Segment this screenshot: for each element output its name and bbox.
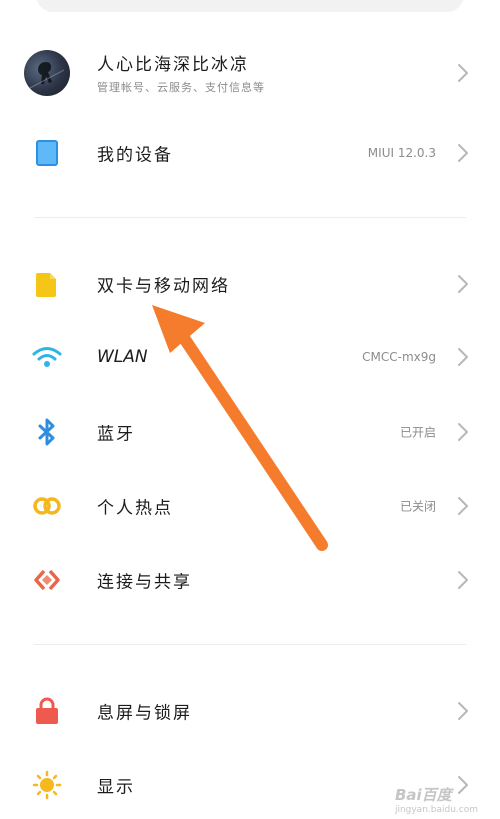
bluetooth-row[interactable]: 蓝牙 已开启	[0, 402, 500, 462]
wlan-row[interactable]: WLAN CMCC-mx9g	[0, 327, 500, 387]
chevron-right-icon	[458, 275, 468, 293]
hotspot-icon	[30, 489, 64, 523]
my-device-row[interactable]: 我的设备 MIUI 12.0.3	[0, 123, 500, 183]
watermark-main: Bai百度	[394, 786, 452, 804]
my-device-label: 我的设备	[97, 145, 173, 166]
account-subtitle: 管理帐号、云服务、支付信息等	[97, 81, 265, 94]
section-divider	[34, 644, 466, 645]
search-bar[interactable]	[36, 0, 464, 12]
chevron-right-icon	[458, 702, 468, 720]
wlan-value: CMCC-mx9g	[362, 350, 436, 364]
avatar	[24, 50, 70, 96]
my-device-value: MIUI 12.0.3	[367, 146, 436, 160]
watermark: Bai百度 jingyan.baidu.com	[395, 784, 478, 815]
chevron-right-icon	[458, 571, 468, 589]
hotspot-value: 已关闭	[399, 499, 436, 514]
connection-sharing-label: 连接与共享	[97, 572, 192, 593]
dual-sim-label: 双卡与移动网络	[97, 276, 230, 297]
sim-card-icon	[30, 267, 64, 301]
chevron-right-icon	[458, 348, 468, 366]
section-divider	[34, 217, 466, 218]
wifi-icon	[30, 340, 64, 374]
lock-screen-label: 息屏与锁屏	[97, 703, 192, 724]
watermark-sub: jingyan.baidu.com	[394, 805, 478, 815]
lock-screen-row[interactable]: 息屏与锁屏	[0, 681, 500, 741]
chevron-right-icon	[458, 144, 468, 162]
hotspot-label: 个人热点	[97, 498, 173, 519]
dual-sim-network-row[interactable]: 双卡与移动网络	[0, 254, 500, 314]
display-label: 显示	[97, 777, 135, 798]
phone-device-icon	[30, 136, 64, 170]
avatar-figure-icon	[29, 62, 65, 89]
chevron-right-icon	[458, 423, 468, 441]
share-icon	[30, 563, 64, 597]
sun-icon	[30, 768, 64, 802]
bluetooth-value: 已开启	[399, 425, 436, 440]
lock-icon	[30, 694, 64, 728]
hotspot-row[interactable]: 个人热点 已关闭	[0, 476, 500, 536]
bluetooth-icon	[30, 415, 64, 449]
account-row[interactable]: 人心比海深比冰凉 管理帐号、云服务、支付信息等	[0, 43, 500, 103]
wlan-label: WLAN	[97, 347, 148, 367]
account-name: 人心比海深比冰凉	[97, 55, 249, 75]
connection-sharing-row[interactable]: 连接与共享	[0, 550, 500, 610]
bluetooth-label: 蓝牙	[97, 424, 135, 445]
chevron-right-icon	[458, 497, 468, 515]
chevron-right-icon	[458, 64, 468, 82]
